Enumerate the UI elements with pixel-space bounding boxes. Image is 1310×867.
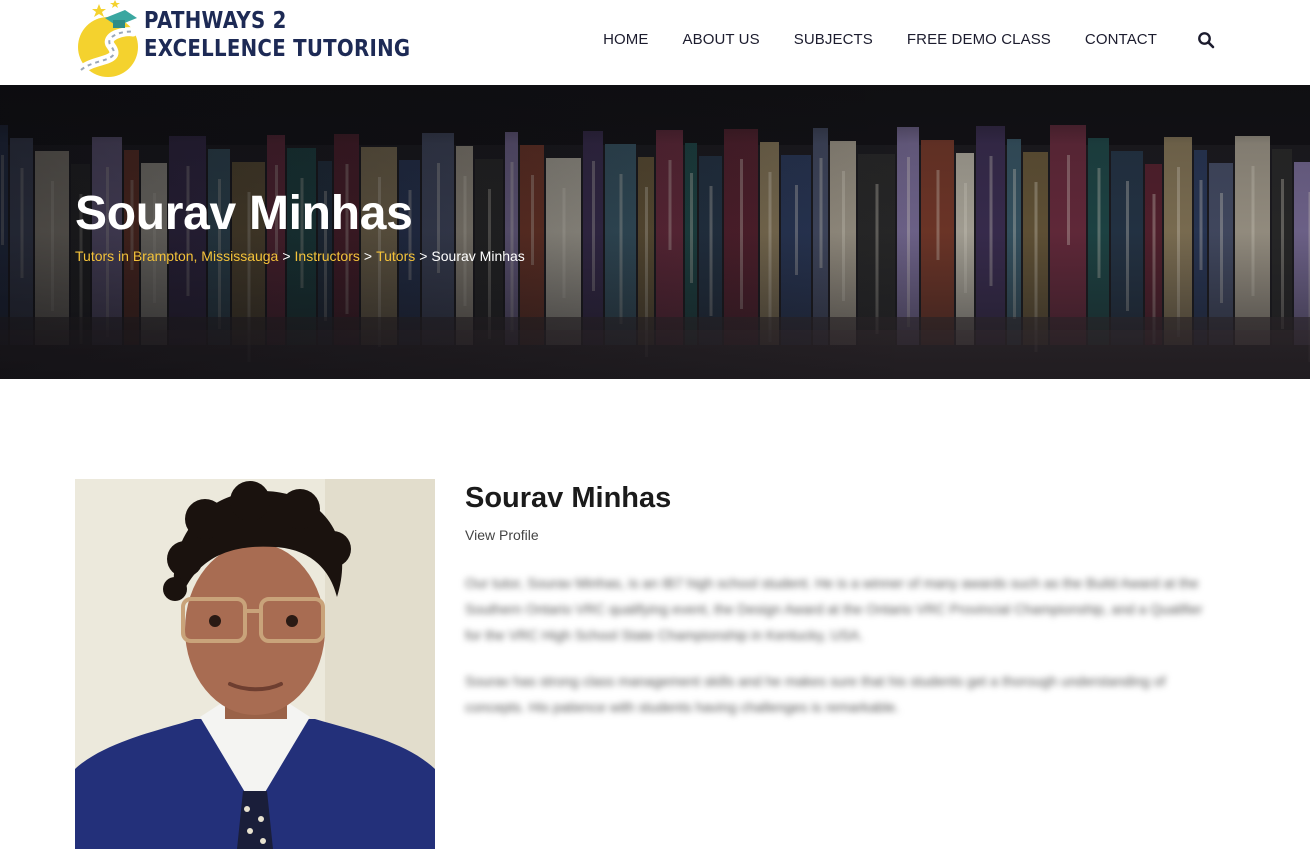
page-title: Sourav Minhas	[75, 187, 413, 240]
logo-line-2: EXCELLENCE TUTORING	[144, 36, 411, 62]
breadcrumb-link-instructors[interactable]: Instructors	[295, 248, 360, 264]
nav-free-demo-class[interactable]: FREE DEMO CLASS	[907, 31, 1051, 48]
breadcrumb-link-tutors-brampton[interactable]: Tutors in Brampton, Mississauga	[75, 248, 278, 264]
bio-paragraph: Sourav has strong class management skill…	[465, 673, 1166, 715]
page-hero: Sourav Minhas Tutors in Brampton, Missis…	[0, 85, 1310, 379]
tutor-name: Sourav Minhas	[465, 482, 672, 514]
nav-contact[interactable]: CONTACT	[1085, 31, 1157, 48]
site-logo[interactable]: PATHWAYS 2 EXCELLENCE TUTORING	[75, 0, 410, 80]
logo-text: PATHWAYS 2 EXCELLENCE TUTORING	[144, 7, 410, 63]
tutor-portrait-image	[75, 479, 435, 849]
tutor-bio: Our tutor, Sourav Minhas, is an IB7 high…	[465, 570, 1215, 740]
logo-line-1: PATHWAYS 2	[144, 8, 287, 34]
breadcrumb-separator: >	[282, 248, 291, 264]
main-nav: HOME ABOUT US SUBJECTS FREE DEMO CLASS C…	[603, 0, 1215, 78]
bio-paragraph: Our tutor, Sourav Minhas, is an IB7 high…	[465, 575, 1203, 643]
breadcrumb-link-tutors[interactable]: Tutors	[376, 248, 415, 264]
logo-emblem-icon	[76, 0, 138, 77]
breadcrumb: Tutors in Brampton, Mississauga > Instruct…	[75, 248, 525, 264]
view-profile-link[interactable]: View Profile	[465, 527, 539, 543]
breadcrumb-separator: >	[363, 248, 373, 264]
nav-home[interactable]: HOME	[603, 31, 648, 48]
nav-about-us[interactable]: ABOUT US	[683, 31, 760, 48]
nav-subjects[interactable]: SUBJECTS	[794, 31, 873, 48]
tutor-photo	[75, 479, 435, 849]
breadcrumb-current: Sourav Minhas	[431, 248, 525, 264]
search-icon[interactable]	[1197, 31, 1215, 49]
breadcrumb-separator: >	[419, 248, 428, 264]
site-header: PATHWAYS 2 EXCELLENCE TUTORING HOME ABOU…	[0, 0, 1310, 85]
